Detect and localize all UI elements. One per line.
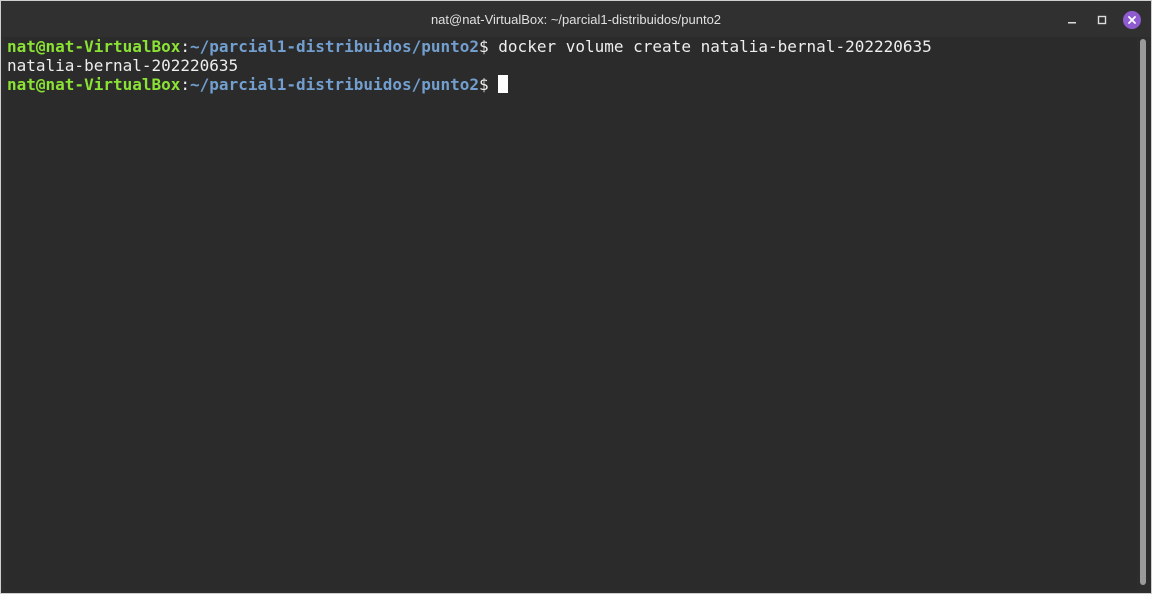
close-button[interactable] <box>1123 11 1141 29</box>
maximize-button[interactable] <box>1093 11 1111 29</box>
terminal-line: nat@nat-VirtualBox:~/parcial1-distribuid… <box>7 37 932 56</box>
terminal-line: natalia-bernal-202220635 <box>7 56 238 75</box>
prompt-separator: : <box>180 37 191 56</box>
minimize-button[interactable] <box>1063 11 1081 29</box>
terminal-window: nat@nat-VirtualBox: ~/parcial1-distribui… <box>0 0 1152 594</box>
prompt-user-host: nat@nat-VirtualBox <box>7 37 181 56</box>
window-title: nat@nat-VirtualBox: ~/parcial1-distribui… <box>430 12 722 27</box>
command-text <box>489 75 499 94</box>
title-bar[interactable]: nat@nat-VirtualBox: ~/parcial1-distribui… <box>1 1 1151 37</box>
prompt-symbol: $ <box>479 37 489 56</box>
text-cursor <box>498 75 509 93</box>
minimize-icon <box>1067 15 1077 25</box>
close-icon <box>1127 15 1137 25</box>
terminal-line: nat@nat-VirtualBox:~/parcial1-distribuid… <box>7 75 509 94</box>
prompt-path: ~/parcial1-distribuidos/punto2 <box>190 37 480 56</box>
terminal-output[interactable]: nat@nat-VirtualBox:~/parcial1-distribuid… <box>5 37 1137 590</box>
scrollbar-thumb[interactable] <box>1140 39 1146 585</box>
maximize-icon <box>1097 15 1107 25</box>
command-text: docker volume create natalia-bernal-2022… <box>488 37 932 56</box>
prompt-path: ~/parcial1-distribuidos/punto2 <box>190 75 480 94</box>
command-output: natalia-bernal-202220635 <box>7 56 239 75</box>
prompt-symbol: $ <box>479 75 489 94</box>
prompt-user-host: nat@nat-VirtualBox <box>7 75 181 94</box>
window-controls <box>1063 10 1141 30</box>
scrollbar[interactable] <box>1140 39 1146 585</box>
prompt-separator: : <box>180 75 191 94</box>
